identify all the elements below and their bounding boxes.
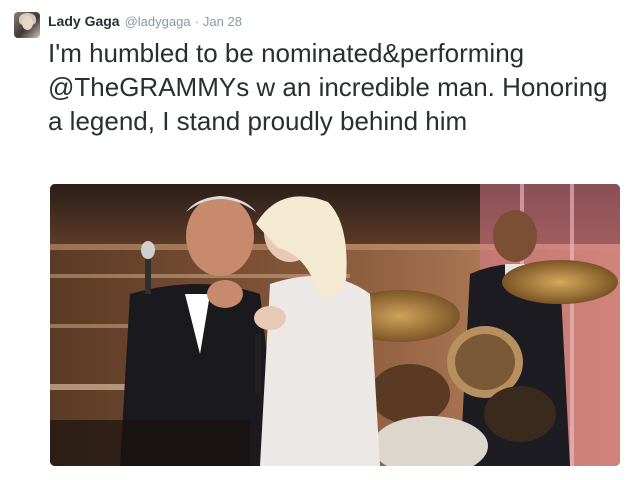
tweet-text: I'm humbled to be nominated&performing @… [48,36,628,138]
display-name[interactable]: Lady Gaga [48,13,120,29]
tweet-timestamp[interactable]: Jan 28 [203,14,242,29]
tweet-text-part1: I'm humbled to be nominated&performing [48,38,525,68]
mention-link[interactable]: @TheGRAMMYs [48,72,249,102]
user-avatar[interactable] [14,12,40,38]
header-separator: · [194,14,199,29]
avatar-face [22,16,33,30]
photo-stage-performance [50,184,620,466]
tweet-photo[interactable] [50,184,620,466]
tweet-card: Lady Gaga @ladygaga · Jan 28 I'm humbled… [0,0,640,480]
user-handle[interactable]: @ladygaga [125,14,191,29]
tweet-header: Lady Gaga @ladygaga · Jan 28 [48,13,242,31]
